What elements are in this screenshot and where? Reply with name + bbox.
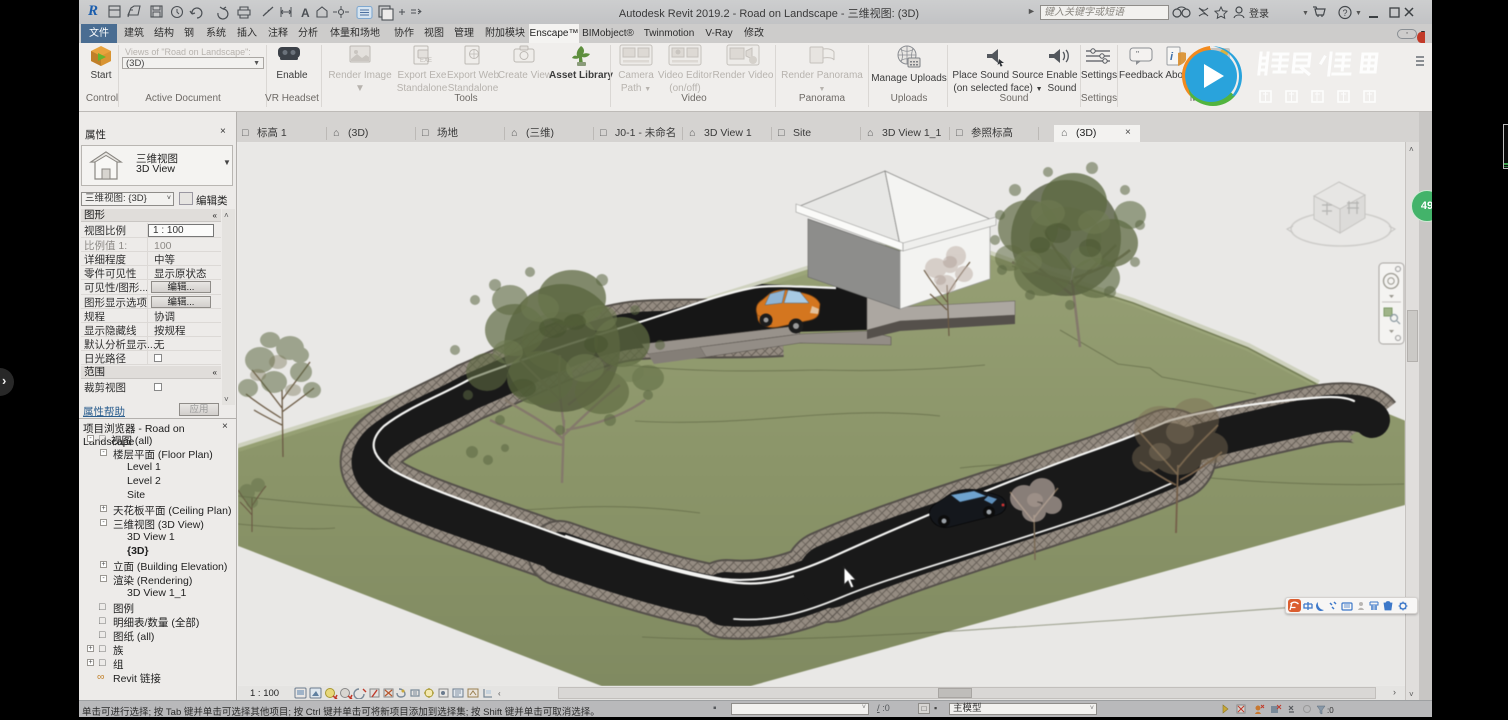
svg-text::0: :0 (1327, 706, 1334, 715)
svg-text:▼: ▼ (1355, 10, 1362, 17)
svg-text:‹: ‹ (498, 689, 501, 698)
svg-text:'': '' (1136, 50, 1140, 59)
svg-text:登录: 登录 (1249, 7, 1269, 20)
svg-text:▼: ▼ (1302, 10, 1309, 17)
svg-text:?: ? (1343, 8, 1348, 18)
svg-text:EXE: EXE (420, 58, 432, 64)
svg-text:A: A (301, 6, 310, 20)
